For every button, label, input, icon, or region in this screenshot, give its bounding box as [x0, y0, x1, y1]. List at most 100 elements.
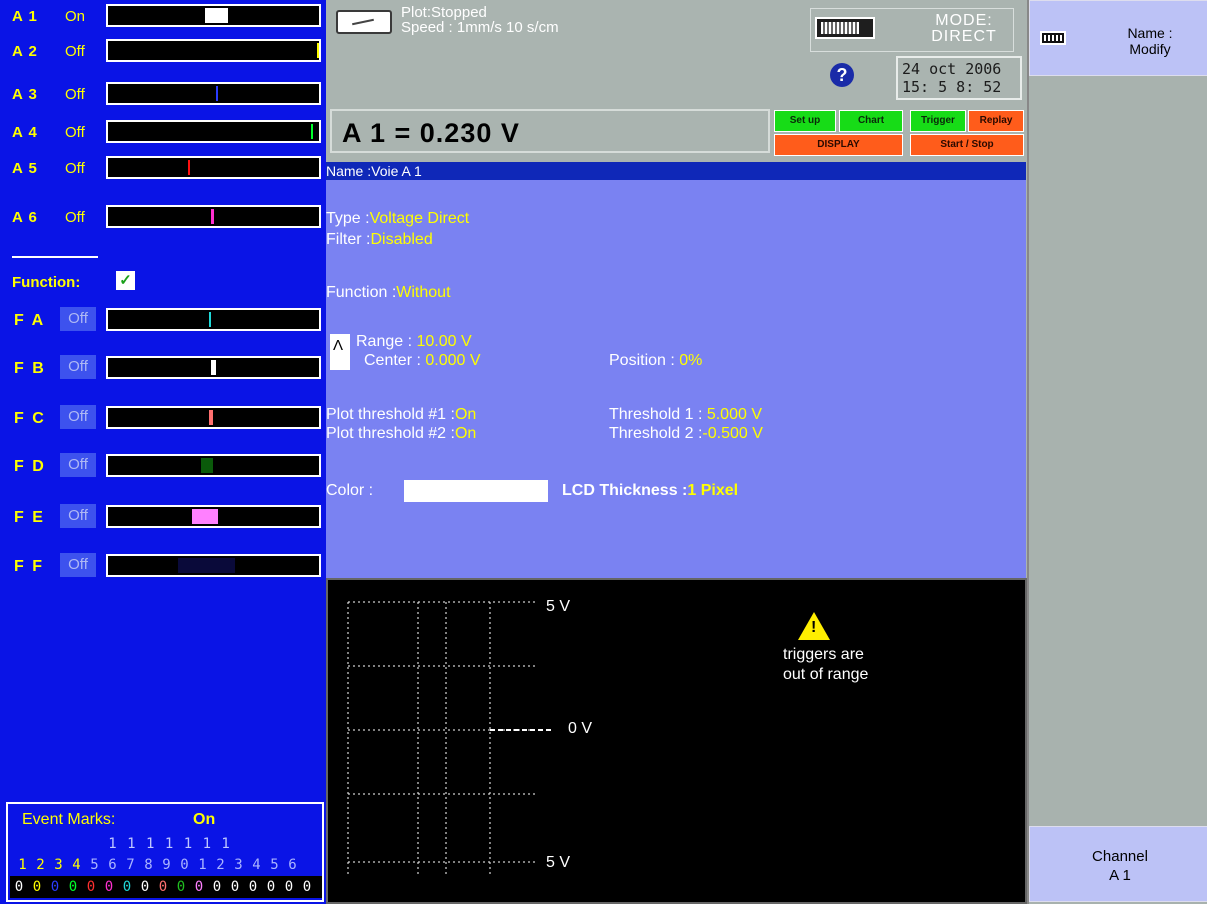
- center-label: Center :: [364, 352, 426, 369]
- function-row[interactable]: F D Off: [0, 450, 326, 484]
- filter-value: Disabled: [370, 231, 433, 248]
- event-mark-number: 1: [198, 857, 208, 873]
- type-label: Type :: [326, 210, 370, 227]
- softkey-top-line-1: Name :: [1127, 25, 1173, 41]
- function-name: F A: [14, 312, 46, 329]
- chart-button[interactable]: Chart: [839, 110, 903, 132]
- event-mark-value: 0: [32, 879, 42, 895]
- threshold-2-value: -0.500 V: [702, 425, 763, 442]
- lcd-thickness-label: LCD Thickness :: [562, 482, 688, 499]
- range-setting[interactable]: Range : 10.00 V: [356, 333, 472, 351]
- event-mark-value: 0: [302, 879, 312, 895]
- function-state[interactable]: Off: [60, 504, 96, 528]
- channel-level-bar: [106, 39, 321, 62]
- channel-state[interactable]: Off: [65, 86, 85, 103]
- threshold-1-label: Threshold 1 :: [609, 406, 707, 423]
- event-mark-number: 5: [90, 857, 100, 873]
- channel-row[interactable]: A 5 Off: [0, 152, 326, 186]
- event-mark-number: 0: [180, 857, 190, 873]
- display-button[interactable]: DISPLAY: [774, 134, 903, 156]
- event-marks-box[interactable]: Event Marks: On 1 1 1 1 1 1 1 1234567890…: [6, 802, 324, 902]
- paper-plot-icon: [336, 10, 392, 34]
- warning-icon: !: [798, 612, 830, 640]
- channel-row[interactable]: A 3 Off: [0, 78, 326, 112]
- event-marks-values: 00000000000000000: [10, 876, 322, 898]
- color-swatch[interactable]: [404, 480, 548, 502]
- event-mark-number: 2: [36, 857, 46, 873]
- channel-level-marker: [316, 43, 319, 58]
- range-icon: [330, 334, 350, 370]
- filter-setting[interactable]: Filter :Disabled: [326, 231, 433, 249]
- channel-row[interactable]: A 1 On: [0, 0, 326, 34]
- center-setting[interactable]: Center : 0.000 V: [364, 352, 481, 370]
- channel-state[interactable]: Off: [65, 160, 85, 177]
- replay-button[interactable]: Replay: [968, 110, 1024, 132]
- position-value: 0%: [679, 352, 703, 369]
- event-mark-value: 0: [176, 879, 186, 895]
- channel-state[interactable]: On: [65, 8, 85, 25]
- softkey-bottom-line-1: Channel: [1092, 848, 1148, 865]
- event-mark-value: 0: [230, 879, 240, 895]
- function-row[interactable]: F C Off: [0, 402, 326, 436]
- event-marks-units: 1234567890123456: [14, 857, 302, 873]
- channel-state[interactable]: Off: [65, 124, 85, 141]
- event-mark-value: 0: [14, 879, 24, 895]
- function-label: Function :: [326, 284, 397, 301]
- channel-name: A 5: [12, 160, 38, 177]
- function-row[interactable]: F A Off: [0, 304, 326, 338]
- function-state[interactable]: Off: [60, 453, 96, 477]
- channel-row[interactable]: A 4 Off: [0, 116, 326, 150]
- threshold-1-value: 5.000 V: [706, 406, 762, 423]
- function-row[interactable]: F E Off: [0, 501, 326, 535]
- softkey-bottom-line-2: A 1: [1109, 867, 1131, 884]
- plot-threshold-1[interactable]: Plot threshold #1 :On: [326, 406, 476, 424]
- channel-level-bar: [106, 120, 321, 143]
- preview-grid: [347, 601, 552, 876]
- threshold-2[interactable]: Threshold 2 :-0.500 V: [609, 425, 763, 443]
- function-name: F B: [14, 360, 46, 377]
- threshold-1[interactable]: Threshold 1 : 5.000 V: [609, 406, 762, 424]
- channel-softkey[interactable]: Channel A 1: [1029, 826, 1207, 902]
- help-icon[interactable]: ?: [830, 63, 854, 87]
- function-state[interactable]: Off: [60, 553, 96, 577]
- function-state[interactable]: Off: [60, 405, 96, 429]
- event-mark-number: 3: [234, 857, 244, 873]
- event-mark-number: 8: [144, 857, 154, 873]
- start-stop-button[interactable]: Start / Stop: [910, 134, 1024, 156]
- event-marks-title: Event Marks:: [22, 811, 116, 828]
- event-mark-value: 0: [212, 879, 222, 895]
- setup-button[interactable]: Set up: [774, 110, 836, 132]
- event-mark-number: 2: [216, 857, 226, 873]
- event-mark-value: 0: [248, 879, 258, 895]
- channel-row[interactable]: A 6 Off: [0, 201, 326, 235]
- channel-level-bar: [106, 205, 321, 228]
- function-state[interactable]: Off: [60, 355, 96, 379]
- plot-threshold-2[interactable]: Plot threshold #2 :On: [326, 425, 476, 443]
- event-mark-number: 4: [252, 857, 262, 873]
- function-name: F C: [14, 410, 46, 427]
- event-mark-number: 6: [108, 857, 118, 873]
- function-level-bar: [106, 356, 321, 379]
- event-marks-state[interactable]: On: [193, 811, 215, 829]
- type-setting[interactable]: Type :Voltage Direct: [326, 210, 469, 228]
- function-level-marker: [209, 312, 212, 327]
- plot-status: Plot:Stopped Speed : 1mm/s 10 s/cm: [401, 5, 559, 35]
- name-modify-softkey[interactable]: Name : Modify: [1029, 0, 1207, 76]
- channel-name: A 6: [12, 209, 38, 226]
- trigger-button[interactable]: Trigger: [910, 110, 966, 132]
- channel-state[interactable]: Off: [65, 43, 85, 60]
- status-header: Plot:Stopped Speed : 1mm/s 10 s/cm MODE:…: [326, 0, 1027, 156]
- channel-level-marker: [215, 86, 218, 101]
- function-state[interactable]: Off: [60, 307, 96, 331]
- function-row[interactable]: F B Off: [0, 352, 326, 386]
- function-setting[interactable]: Function :Without: [326, 284, 451, 302]
- recorder-icon: [815, 17, 875, 39]
- channel-row[interactable]: A 2 Off: [0, 35, 326, 69]
- position-setting[interactable]: Position : 0%: [609, 352, 702, 370]
- lcd-thickness-setting[interactable]: LCD Thickness :1 Pixel: [562, 482, 738, 500]
- function-row[interactable]: F F Off: [0, 550, 326, 584]
- threshold-2-label: Threshold 2 :: [609, 425, 703, 442]
- channel-state[interactable]: Off: [65, 209, 85, 226]
- warning-line-2: out of range: [783, 666, 869, 683]
- function-checkbox[interactable]: ✓: [116, 271, 135, 290]
